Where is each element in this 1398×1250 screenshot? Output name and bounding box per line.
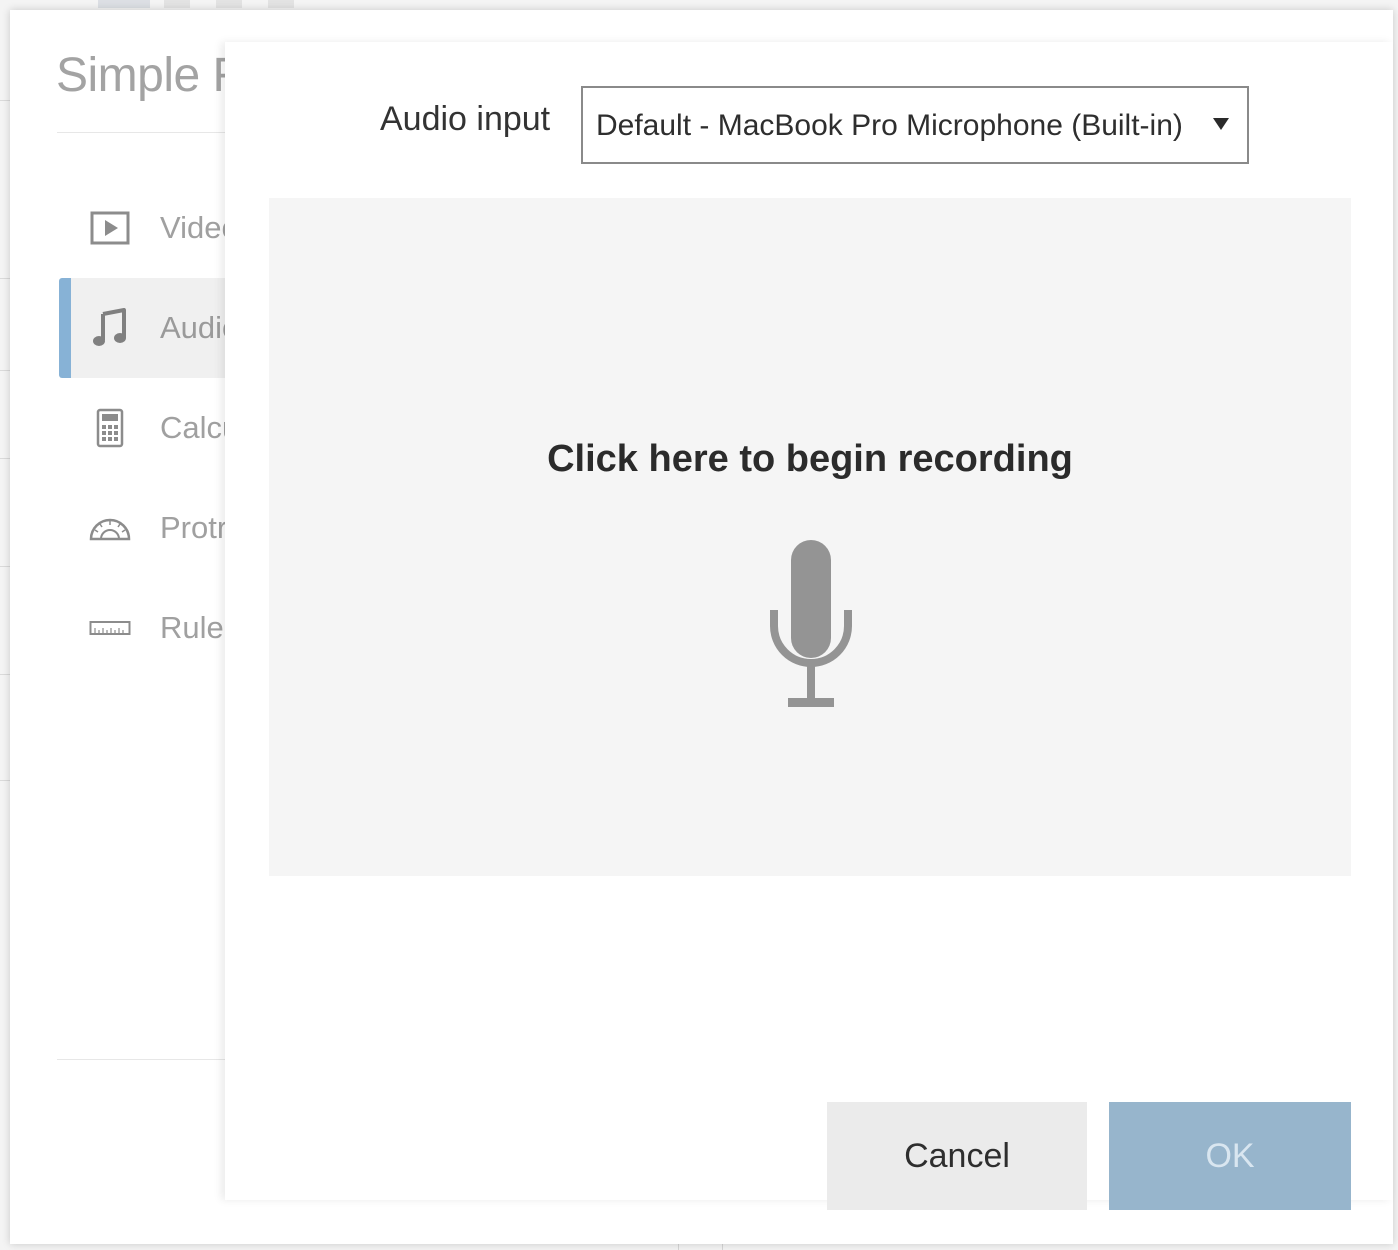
background-toolbar-button xyxy=(164,0,190,8)
caret-down-icon xyxy=(1213,118,1229,130)
background-divider xyxy=(0,370,10,371)
background-toolbar-button xyxy=(216,0,242,8)
background-divider xyxy=(722,1244,723,1250)
sidebar-item-label: Audio xyxy=(160,310,225,345)
background-divider xyxy=(0,278,10,279)
record-button-area[interactable]: Click here to begin recording xyxy=(269,198,1351,876)
record-prompt: Click here to begin recording xyxy=(547,438,1073,480)
sidebar-divider xyxy=(57,132,225,133)
sidebar-item-label: Calculator xyxy=(160,410,225,445)
background-toolbar-button xyxy=(98,0,150,8)
background-divider xyxy=(0,780,10,781)
tool-sidebar: Simple F Video Audio xyxy=(10,10,225,1244)
background-divider xyxy=(0,458,10,459)
background-toolbar-button xyxy=(268,0,294,8)
sidebar-item-protractor[interactable]: Protractor xyxy=(59,478,225,578)
ok-button[interactable]: OK xyxy=(1109,1102,1351,1210)
calculator-icon xyxy=(89,408,131,448)
background-divider xyxy=(0,674,10,675)
sidebar-item-video[interactable]: Video xyxy=(59,178,225,278)
play-icon xyxy=(89,210,131,246)
sidebar-item-audio[interactable]: Audio xyxy=(59,278,225,378)
background-divider xyxy=(678,1244,679,1250)
sidebar-item-ruler[interactable]: Ruler xyxy=(59,578,225,678)
audio-input-value: Default - MacBook Pro Microphone (Built-… xyxy=(596,109,1183,142)
tools-dialog: Simple F Video Audio xyxy=(10,10,1393,1244)
sidebar-item-label: Video xyxy=(160,210,225,245)
audio-input-label: Audio input xyxy=(380,100,551,138)
audio-recorder-panel: Audio input Default - MacBook Pro Microp… xyxy=(225,42,1393,1210)
sidebar-item-calculator[interactable]: Calculator xyxy=(59,378,225,478)
sidebar-item-label: Ruler xyxy=(160,610,225,645)
music-note-icon xyxy=(89,308,131,346)
audio-input-select[interactable]: Default - MacBook Pro Microphone (Built-… xyxy=(581,86,1249,164)
sidebar-item-label: Protractor xyxy=(160,510,225,545)
background-divider xyxy=(0,100,10,101)
sidebar-title: Simple F xyxy=(56,49,225,102)
background-divider xyxy=(0,566,10,567)
sidebar-divider xyxy=(57,1059,225,1060)
cancel-button[interactable]: Cancel xyxy=(827,1102,1087,1210)
protractor-icon xyxy=(89,510,131,546)
ruler-icon xyxy=(89,610,131,646)
microphone-icon xyxy=(769,540,853,710)
